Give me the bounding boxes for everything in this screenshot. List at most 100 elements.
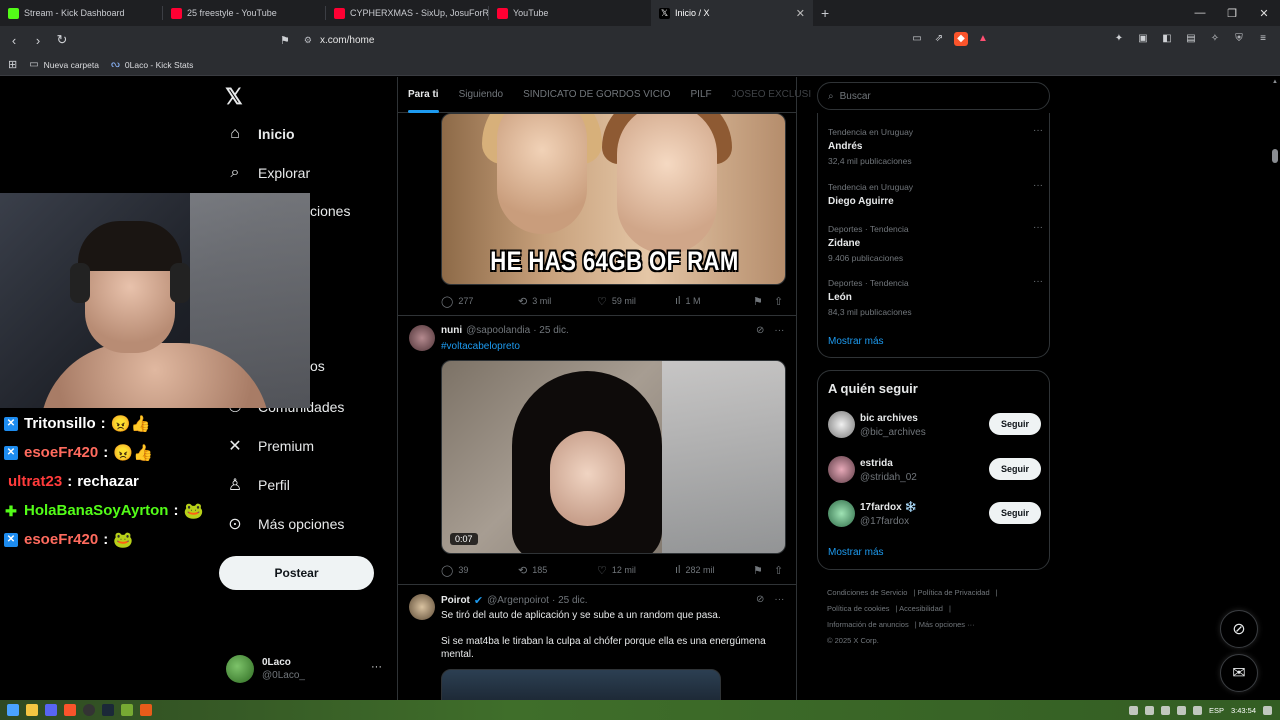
- share-post-icon[interactable]: ⇧: [774, 295, 783, 308]
- hashtag-link[interactable]: #voltacabelopreto: [441, 341, 520, 352]
- messages-icon[interactable]: ✉: [1220, 654, 1258, 692]
- nav-home[interactable]: ⌂ Inicio: [226, 125, 294, 143]
- brave-rewards-icon[interactable]: ▲: [976, 32, 990, 46]
- app-icon[interactable]: [140, 704, 152, 716]
- app-icon[interactable]: [121, 704, 133, 716]
- account-more-icon[interactable]: ···: [371, 661, 382, 673]
- close-window-icon[interactable]: ✕: [1248, 0, 1280, 26]
- nav-more[interactable]: ⊙ Más opciones: [226, 514, 344, 534]
- bookmark-folder[interactable]: ▭ Nueva carpeta: [29, 59, 99, 70]
- tab-youtube[interactable]: YouTube: [489, 0, 651, 26]
- show-more-follow-link[interactable]: Mostrar más: [828, 547, 884, 558]
- vpn-icon[interactable]: ⛨: [1232, 32, 1246, 46]
- search-bar[interactable]: ⌕: [817, 82, 1050, 110]
- extensions-icon[interactable]: ✦: [1112, 32, 1126, 46]
- search-input[interactable]: [839, 90, 1020, 102]
- menu-icon[interactable]: ≡: [1256, 32, 1270, 46]
- show-more-trends-link[interactable]: Mostrar más: [828, 336, 884, 347]
- post-image[interactable]: [441, 669, 721, 700]
- nav-profile[interactable]: ♙ Perfil: [226, 475, 290, 495]
- footer-link[interactable]: Condiciones de Servicio: [827, 588, 907, 597]
- more-icon[interactable]: ···: [774, 325, 784, 336]
- scroll-up-icon[interactable]: ▲: [1272, 79, 1278, 85]
- footer-link[interactable]: Política de Privacidad: [918, 588, 990, 597]
- more-icon[interactable]: ···: [1033, 222, 1043, 233]
- tab-kick[interactable]: Stream - Kick Dashboard: [0, 0, 162, 26]
- obs-icon[interactable]: [83, 704, 95, 716]
- trend-item[interactable]: Tendencia en Uruguay Andrés 32,4 mil pub…: [828, 125, 1043, 166]
- bookmark-icon[interactable]: ⚑: [280, 34, 290, 47]
- wallet-icon[interactable]: ▣: [1136, 32, 1150, 46]
- forward-icon[interactable]: ›: [28, 30, 48, 50]
- steam-icon[interactable]: [102, 704, 114, 716]
- avatar[interactable]: [409, 325, 435, 351]
- tab-following[interactable]: Siguiendo: [449, 77, 513, 113]
- minimize-icon[interactable]: —: [1184, 0, 1216, 26]
- follow-suggestion[interactable]: bic archives @bic_archives Seguir: [828, 411, 1041, 441]
- grok-icon[interactable]: ⊘: [756, 325, 764, 336]
- back-icon[interactable]: ‹: [4, 30, 24, 50]
- post-image[interactable]: HE HAS 64GB OF RAM: [441, 113, 786, 285]
- follow-button[interactable]: Seguir: [989, 502, 1041, 524]
- follow-button[interactable]: Seguir: [989, 458, 1041, 480]
- site-info-icon[interactable]: ⚙: [304, 35, 312, 46]
- tab-list-joseo[interactable]: JOSEO EXCLUSI: [722, 77, 821, 113]
- footer-link[interactable]: Accesibilidad: [899, 604, 943, 613]
- new-tab-icon[interactable]: +: [821, 5, 829, 21]
- clock[interactable]: 3:43:54: [1231, 706, 1256, 715]
- x-logo-icon[interactable]: 𝕏: [225, 84, 243, 110]
- avatar[interactable]: [409, 594, 435, 620]
- nav-bookmarks[interactable]: os: [310, 358, 325, 374]
- more-icon[interactable]: ···: [1033, 180, 1043, 191]
- post-video[interactable]: 0:07: [441, 360, 786, 554]
- cast-icon[interactable]: ▭: [910, 32, 924, 46]
- scrollbar-thumb[interactable]: [1272, 149, 1278, 163]
- volume-icon[interactable]: [1192, 705, 1202, 715]
- like-button[interactable]: ♡ 59 mil: [597, 295, 636, 308]
- wallet2-icon[interactable]: ▤: [1184, 32, 1198, 46]
- tab-list-pilf[interactable]: PILF: [681, 77, 722, 113]
- brave-shields-icon[interactable]: ◆: [954, 32, 968, 46]
- address-bar[interactable]: ⚑ ⚙ x.com/home: [280, 30, 1000, 50]
- footer-link[interactable]: Política de cookies: [827, 604, 890, 613]
- windows-start-icon[interactable]: [7, 704, 19, 716]
- follow-button[interactable]: Seguir: [989, 413, 1041, 435]
- more-icon[interactable]: ···: [774, 594, 784, 605]
- share-post-icon[interactable]: ⇧: [774, 564, 783, 577]
- language-indicator[interactable]: ESP: [1209, 706, 1224, 715]
- nav-explore[interactable]: ⌕ Explorar: [226, 164, 311, 182]
- brave-icon[interactable]: [64, 704, 76, 716]
- trend-item[interactable]: Deportes · Tendencia León 84,3 mil publi…: [828, 276, 1043, 317]
- leo-ai-icon[interactable]: ✧: [1208, 32, 1222, 46]
- apps-grid-icon[interactable]: ⊞: [8, 58, 17, 71]
- tray-icon[interactable]: [1144, 705, 1154, 715]
- trend-item[interactable]: Tendencia en Uruguay Diego Aguirre ···: [828, 180, 1043, 207]
- repost-button[interactable]: ⟲ 3 mil: [518, 295, 551, 308]
- notifications-icon[interactable]: [1263, 705, 1272, 715]
- grok-icon[interactable]: ⊘: [1220, 610, 1258, 648]
- discord-icon[interactable]: [45, 704, 57, 716]
- follow-suggestion[interactable]: 17fardox ❄️ @17fardox Seguir: [828, 500, 1041, 530]
- network-icon[interactable]: [1176, 705, 1186, 715]
- more-icon[interactable]: ···: [1033, 276, 1043, 287]
- more-icon[interactable]: ···: [1033, 125, 1043, 136]
- views-button[interactable]: ıl 1 M: [675, 295, 701, 307]
- tab-list-sindicato[interactable]: SINDICATO DE GORDOS VICIO: [513, 77, 680, 113]
- reply-button[interactable]: ◯ 277: [441, 295, 473, 308]
- reload-icon[interactable]: ↻: [52, 30, 72, 50]
- bookmark-kick-stats[interactable]: ᔓ 0Laco - Kick Stats: [111, 59, 193, 70]
- account-switcher[interactable]: 0Laco @0Laco_ ···: [226, 655, 382, 683]
- share-icon[interactable]: ⇗: [932, 32, 946, 46]
- footer-link[interactable]: Más opciones ···: [919, 620, 975, 629]
- tray-icon[interactable]: [1160, 705, 1170, 715]
- repost-button[interactable]: ⟲ 185: [518, 564, 547, 577]
- tab-youtube-freestyle[interactable]: 25 freestyle - YouTube: [163, 0, 325, 26]
- nav-premium[interactable]: ✕ Premium: [226, 436, 314, 456]
- close-tab-icon[interactable]: ✕: [796, 7, 805, 20]
- like-button[interactable]: ♡ 12 mil: [597, 564, 636, 577]
- bookmark-post-icon[interactable]: ⚑: [753, 564, 763, 577]
- grok-icon[interactable]: ⊘: [756, 594, 764, 605]
- post-button[interactable]: Postear: [219, 556, 374, 590]
- tab-x-home[interactable]: 𝕏 Inicio / X ✕: [651, 0, 813, 26]
- follow-suggestion[interactable]: estrida @stridah_02 Seguir: [828, 456, 1041, 486]
